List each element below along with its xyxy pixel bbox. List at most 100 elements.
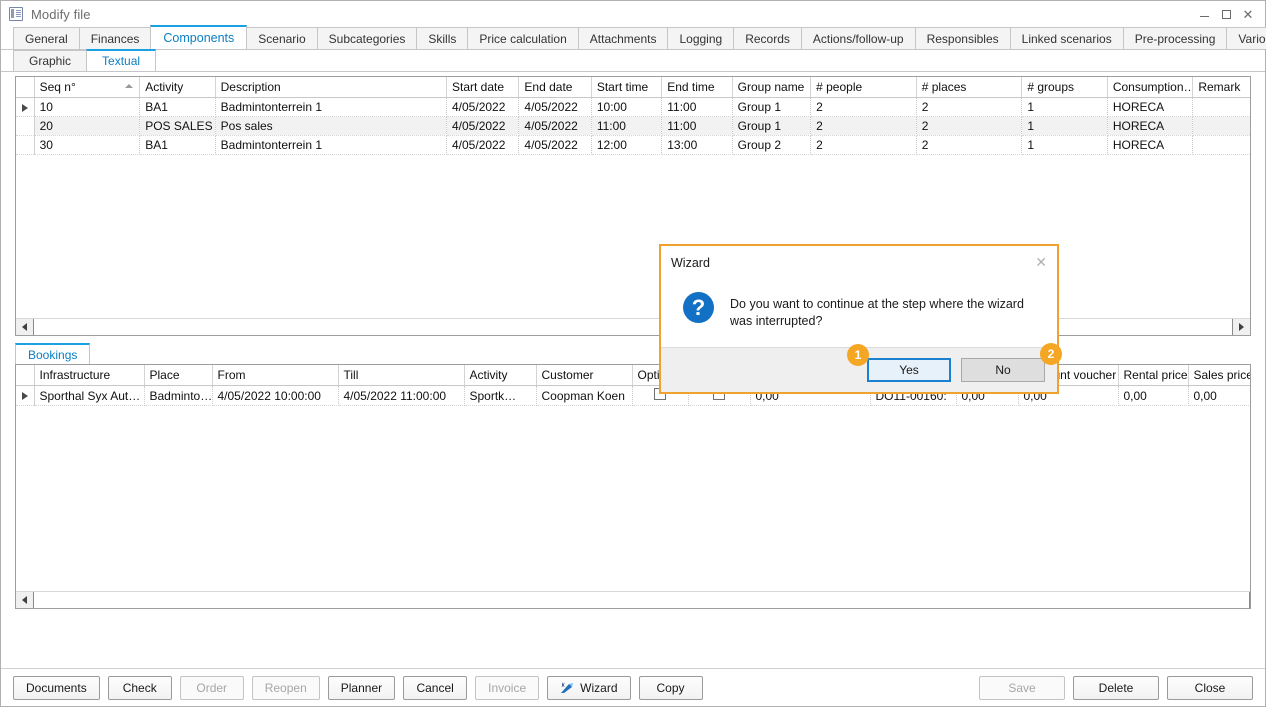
tab-price-calculation[interactable]: Price calculation [467, 27, 578, 49]
cell-value: 0,00 [1194, 389, 1217, 403]
subtab-graphic[interactable]: Graphic [13, 50, 87, 71]
column-header[interactable]: Activity [140, 77, 215, 98]
column-header[interactable]: End time [662, 77, 732, 98]
column-header-label: Infrastructure [40, 368, 111, 382]
tab-logging[interactable]: Logging [667, 27, 734, 49]
column-header[interactable]: # groups [1022, 77, 1108, 98]
column-header-label: Description [221, 80, 281, 94]
subtab-textual[interactable]: Textual [86, 49, 156, 71]
minimize-icon[interactable] [1193, 3, 1215, 25]
components-grid: Seq n°Activity Description Start dateEnd d… [15, 76, 1251, 336]
table-header-row: Seq n°Activity Description Start dateEnd d… [16, 77, 1250, 98]
table-row[interactable]: 20POS SALESPos sales4/05/20224/05/202211… [16, 117, 1250, 136]
table-cell: Badmintonterrein 1 [215, 98, 446, 117]
column-header[interactable]: Till [338, 365, 464, 386]
tab-various[interactable]: Various [1226, 27, 1266, 49]
table-cell [1193, 117, 1250, 136]
tab-label: Linked scenarios [1022, 32, 1112, 46]
tab-pre-processing[interactable]: Pre-processing [1123, 27, 1228, 49]
column-header-label: Rental price [1124, 368, 1188, 382]
delete-button[interactable]: Delete [1073, 676, 1159, 700]
documents-button[interactable]: Documents [13, 676, 100, 700]
tab-label: Logging [679, 32, 722, 46]
cell-value: Badmintonterrein 1 [221, 100, 322, 114]
table-cell: Group 1 [732, 98, 810, 117]
column-header[interactable]: Sales price [1188, 365, 1250, 386]
tab-finances[interactable]: Finances [79, 27, 152, 49]
column-header-label: Place [150, 368, 180, 382]
tab-scenario[interactable]: Scenario [246, 27, 317, 49]
save-button: Save [979, 676, 1065, 700]
tab-label: Skills [428, 32, 456, 46]
button-label: Delete [1099, 681, 1134, 695]
column-header[interactable]: From [212, 365, 338, 386]
column-header[interactable]: End date [519, 77, 591, 98]
cell-value: 0,00 [1124, 389, 1147, 403]
components-hscrollbar[interactable] [16, 318, 1250, 335]
planner-button[interactable]: Planner [328, 676, 395, 700]
column-header[interactable]: Seq n° [34, 77, 140, 98]
scroll-left-icon[interactable] [16, 592, 33, 608]
tab-skills[interactable]: Skills [416, 27, 468, 49]
step-badge-2: 2 [1040, 343, 1062, 365]
tab-responsibles[interactable]: Responsibles [915, 27, 1011, 49]
close-button[interactable]: Close [1167, 676, 1253, 700]
column-header[interactable]: Start time [591, 77, 661, 98]
tab-attachments[interactable]: Attachments [578, 27, 669, 49]
table-row[interactable]: Sporthal Syx Aut…Badminto…4/05/2022 10:0… [16, 386, 1250, 406]
file-record-icon [9, 7, 23, 21]
row-selector[interactable] [16, 117, 34, 136]
bookings-hscrollbar[interactable] [16, 591, 1250, 608]
button-label: Copy [656, 681, 684, 695]
column-header[interactable]: Consumption… [1107, 77, 1193, 98]
column-header[interactable]: # people [811, 77, 917, 98]
cell-value: 11:00 [667, 119, 696, 133]
table-row[interactable]: 10BA1Badmintonterrein 14/05/20224/05/202… [16, 98, 1250, 117]
table-row[interactable]: 30BA1Badmintonterrein 14/05/20224/05/202… [16, 136, 1250, 155]
table-cell: 1 [1022, 117, 1108, 136]
column-header[interactable]: Customer [536, 365, 632, 386]
column-header[interactable]: Start date [447, 77, 519, 98]
column-header[interactable]: Infrastructure [34, 365, 144, 386]
copy-button[interactable]: Copy [639, 676, 703, 700]
scroll-right-icon[interactable] [1233, 319, 1250, 335]
cancel-button[interactable]: Cancel [403, 676, 467, 700]
wizard-button[interactable]: Wizard [547, 676, 630, 700]
bookings-tabstrip: Bookings [15, 342, 1251, 364]
tab-components[interactable]: Components [150, 25, 247, 49]
bookings-tab[interactable]: Bookings [15, 343, 90, 364]
column-header[interactable]: # places [916, 77, 1022, 98]
tab-records[interactable]: Records [733, 27, 802, 49]
column-header-label: Consumption… [1113, 80, 1193, 94]
column-header[interactable]: Remark [1193, 77, 1250, 98]
table-cell: Group 2 [732, 136, 810, 155]
cell-value: 2 [922, 138, 929, 152]
column-header[interactable]: Group name [732, 77, 810, 98]
dialog-no-button[interactable]: No2 [961, 358, 1045, 382]
tab-general[interactable]: General [13, 27, 80, 49]
maximize-icon[interactable] [1215, 3, 1237, 25]
row-selector[interactable] [16, 386, 34, 406]
check-button[interactable]: Check [108, 676, 172, 700]
close-icon[interactable]: ✕ [1237, 3, 1259, 25]
bookings-scroll-track[interactable] [33, 592, 1250, 608]
tab-subcategories[interactable]: Subcategories [317, 27, 418, 49]
column-header[interactable]: Place [144, 365, 212, 386]
cell-value: 1 [1027, 100, 1034, 114]
row-selector[interactable] [16, 136, 34, 155]
table-cell: 4/05/2022 [447, 98, 519, 117]
cell-value: 4/05/2022 [452, 119, 505, 133]
table-cell: Sporthal Syx Aut… [34, 386, 144, 406]
row-selector[interactable] [16, 98, 34, 117]
dialog-close-icon[interactable]: ✕ [1035, 255, 1047, 269]
tab-linked-scenarios[interactable]: Linked scenarios [1010, 27, 1124, 49]
scroll-left-icon[interactable] [16, 319, 33, 335]
tab-actions-follow-up[interactable]: Actions/follow-up [801, 27, 916, 49]
table-cell: 12:00 [591, 136, 661, 155]
column-header[interactable]: Activity [464, 365, 536, 386]
column-header[interactable]: Rental price [1118, 365, 1188, 386]
column-header[interactable]: Description [215, 77, 446, 98]
dialog-body: ? Do you want to continue at the step wh… [661, 280, 1057, 347]
cell-value: Pos sales [221, 119, 273, 133]
dialog-yes-button[interactable]: Yes1 [867, 358, 951, 382]
